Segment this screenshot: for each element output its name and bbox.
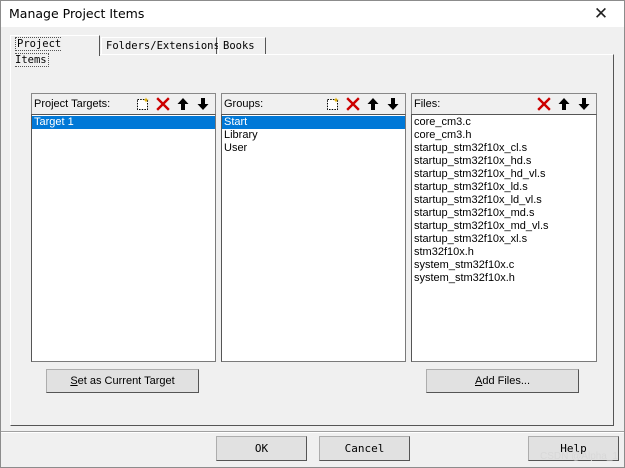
delete-icon[interactable] — [343, 95, 363, 113]
new-icon[interactable] — [323, 95, 343, 113]
set-as-current-target-button[interactable]: Set as Current Target — [46, 369, 199, 393]
targets-header-label: Project Targets: — [34, 98, 111, 110]
list-item[interactable]: startup_stm32f10x_hd.s — [412, 155, 596, 168]
files-panel: Files: core_cm3.c core_cm3.h startup_stm… — [411, 93, 597, 362]
list-item[interactable]: Target 1 — [32, 116, 215, 129]
groups-panel: Groups: Start Library User — [221, 93, 406, 362]
list-item[interactable]: stm32f10x.h — [412, 246, 596, 259]
list-item[interactable]: startup_stm32f10x_ld.s — [412, 181, 596, 194]
list-item[interactable]: Start — [222, 116, 405, 129]
list-item[interactable]: startup_stm32f10x_ld_vl.s — [412, 194, 596, 207]
files-header: Files: — [411, 93, 597, 114]
list-item[interactable]: startup_stm32f10x_cl.s — [412, 142, 596, 155]
footer-separator — [1, 431, 624, 433]
delete-icon[interactable] — [153, 95, 173, 113]
list-item[interactable]: startup_stm32f10x_md_vl.s — [412, 220, 596, 233]
cancel-button[interactable]: Cancel — [319, 436, 410, 461]
move-down-icon[interactable] — [383, 95, 403, 113]
targets-panel: Project Targets: Target 1 — [31, 93, 216, 362]
delete-icon[interactable] — [534, 95, 554, 113]
move-up-icon[interactable] — [173, 95, 193, 113]
add-files-button[interactable]: Add Files... — [426, 369, 579, 393]
targets-header: Project Targets: — [31, 93, 216, 114]
set-as-current-target-label: Set as Current Target — [70, 375, 175, 387]
tab-books[interactable]: Books — [218, 37, 266, 54]
move-down-icon[interactable] — [574, 95, 594, 113]
list-item[interactable]: system_stm32f10x.h — [412, 272, 596, 285]
list-item[interactable]: Library — [222, 129, 405, 142]
list-item[interactable]: startup_stm32f10x_hd_vl.s — [412, 168, 596, 181]
targets-toolbar — [133, 95, 213, 113]
window-title: Manage Project Items — [9, 6, 145, 21]
groups-header-label: Groups: — [224, 98, 264, 110]
groups-header: Groups: — [221, 93, 406, 114]
files-header-label: Files: — [414, 98, 441, 110]
ok-button[interactable]: OK — [216, 436, 307, 461]
tab-books-label: Books — [223, 40, 255, 52]
groups-toolbar — [323, 95, 403, 113]
close-icon[interactable]: ✕ — [578, 1, 624, 27]
targets-list[interactable]: Target 1 — [31, 114, 216, 362]
groups-list[interactable]: Start Library User — [221, 114, 406, 362]
title-bar: Manage Project Items ✕ — [1, 1, 624, 27]
list-item[interactable]: startup_stm32f10x_md.s — [412, 207, 596, 220]
add-files-label: Add Files... — [474, 375, 531, 387]
tab-project-items[interactable]: Project Items — [10, 35, 100, 67]
move-up-icon[interactable] — [363, 95, 383, 113]
new-icon[interactable] — [133, 95, 153, 113]
list-item[interactable]: core_cm3.c — [412, 116, 596, 129]
move-up-icon[interactable] — [554, 95, 574, 113]
list-item[interactable]: system_stm32f10x.c — [412, 259, 596, 272]
files-toolbar — [534, 95, 594, 113]
manage-project-items-dialog: Manage Project Items ✕ Project Items Fol… — [0, 0, 625, 468]
list-item[interactable]: startup_stm32f10x_xl.s — [412, 233, 596, 246]
files-list[interactable]: core_cm3.c core_cm3.h startup_stm32f10x_… — [411, 114, 597, 362]
list-item[interactable]: core_cm3.h — [412, 129, 596, 142]
move-down-icon[interactable] — [193, 95, 213, 113]
tab-folders-extensions[interactable]: Folders/Extensions — [101, 37, 220, 54]
watermark: CSDN @Alpha_1 — [540, 451, 618, 462]
list-item[interactable]: User — [222, 142, 405, 155]
tab-folders-extensions-label: Folders/Extensions — [106, 40, 220, 52]
